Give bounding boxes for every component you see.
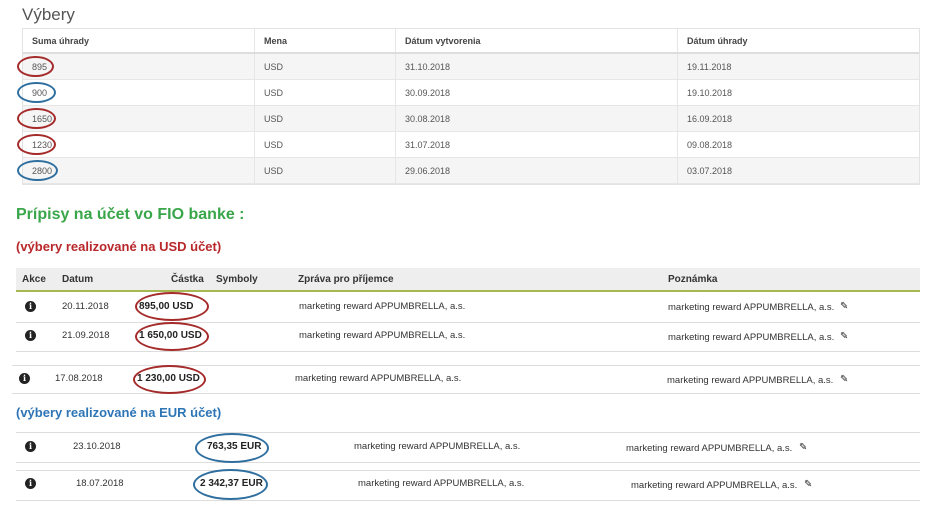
red-circle-annotation — [135, 322, 209, 351]
cell-datum-vytvorenia: 31.07.2018 — [396, 132, 678, 157]
info-icon[interactable]: i — [19, 373, 30, 384]
cell-suma: 900 — [23, 80, 255, 105]
info-icon[interactable]: i — [25, 330, 36, 341]
row-note: marketing reward APPUMBRELLA, a.s. — [667, 375, 834, 386]
red-circle-annotation — [17, 134, 56, 155]
row-note: marketing reward APPUMBRELLA, a.s. — [668, 302, 835, 313]
info-icon[interactable]: i — [25, 441, 36, 452]
table-row: 895 USD 31.10.2018 19.11.2018 — [23, 54, 919, 80]
row-note: marketing reward APPUMBRELLA, a.s. — [626, 443, 793, 454]
info-icon[interactable]: i — [25, 478, 36, 489]
row-message: marketing reward APPUMBRELLA, a.s. — [299, 330, 466, 341]
row-message: marketing reward APPUMBRELLA, a.s. — [354, 441, 521, 452]
header-mena[interactable]: Mena — [255, 29, 396, 52]
row-date: 18.07.2018 — [76, 478, 124, 489]
vybery-table: Suma úhrady Mena Dátum vytvorenia Dátum … — [22, 28, 920, 185]
divider — [16, 470, 920, 471]
header-symboly: Symboly — [216, 274, 258, 285]
table-row: 2800 USD 29.06.2018 03.07.2018 — [23, 158, 919, 184]
table-header: Suma úhrady Mena Dátum vytvorenia Dátum … — [23, 29, 919, 54]
usd-subtitle: (výbery realizované na USD účet) — [16, 239, 222, 254]
divider — [16, 500, 920, 501]
divider — [16, 432, 920, 433]
row-message: marketing reward APPUMBRELLA, a.s. — [299, 301, 466, 312]
cell-suma: 895 — [23, 54, 255, 79]
header-poznamka: Poznámka — [668, 274, 718, 285]
blue-circle-annotation — [17, 160, 58, 181]
header-datum[interactable]: Datum — [62, 274, 93, 285]
divider — [16, 462, 920, 463]
cell-datum-uhrady: 19.11.2018 — [687, 61, 732, 72]
row-date: 20.11.2018 — [62, 301, 109, 312]
cell-datum-vytvorenia: 30.08.2018 — [396, 106, 678, 131]
fio-table-header: Akce Datum Částka Symboly Zpráva pro pří… — [16, 268, 920, 292]
header-castka[interactable]: Částka — [171, 274, 204, 285]
row-date: 23.10.2018 — [73, 441, 121, 452]
fio-heading: Prípisy na účet vo FIO banke : — [16, 206, 245, 223]
row-message: marketing reward APPUMBRELLA, a.s. — [358, 478, 525, 489]
cell-mena: USD — [255, 80, 396, 105]
red-circle-annotation — [133, 365, 206, 394]
info-icon[interactable]: i — [25, 301, 36, 312]
blue-circle-annotation — [193, 469, 268, 500]
row-date: 17.08.2018 — [55, 373, 103, 384]
header-datum-uhrady[interactable]: Dátum úhrady — [678, 29, 919, 52]
divider — [12, 393, 920, 394]
divider — [12, 365, 920, 366]
pencil-icon[interactable]: ✎ — [840, 301, 848, 312]
eur-subtitle: (výbery realizované na EUR účet) — [16, 405, 222, 420]
pencil-icon[interactable]: ✎ — [840, 331, 848, 342]
header-suma[interactable]: Suma úhrady — [23, 29, 255, 52]
pencil-icon[interactable]: ✎ — [799, 442, 807, 453]
cell-datum-vytvorenia: 30.09.2018 — [396, 80, 678, 105]
red-circle-annotation — [17, 56, 54, 77]
cell-mena: USD — [255, 54, 396, 79]
pencil-icon[interactable]: ✎ — [840, 374, 848, 385]
header-zprava: Zpráva pro příjemce — [298, 274, 394, 285]
table-row: 1230 USD 31.07.2018 09.08.2018 — [23, 132, 919, 158]
row-note: marketing reward APPUMBRELLA, a.s. — [668, 332, 835, 343]
cell-mena: USD — [255, 158, 396, 183]
cell-mena: USD — [255, 132, 396, 157]
cell-suma: 1650 — [23, 106, 255, 131]
row-note: marketing reward APPUMBRELLA, a.s. — [631, 480, 798, 491]
header-akce: Akce — [22, 274, 46, 285]
blue-circle-annotation — [195, 433, 269, 463]
header-datum-vytvorenia[interactable]: Dátum vytvorenia — [396, 29, 678, 52]
cell-datum-uhrady: 03.07.2018 — [687, 165, 733, 176]
red-circle-annotation — [135, 292, 209, 321]
section-title-vybery: Výbery — [22, 5, 75, 24]
cell-suma: 1230 — [23, 132, 255, 157]
red-circle-annotation — [17, 108, 56, 129]
cell-datum-uhrady: 19.10.2018 — [687, 87, 733, 98]
table-row: 900 USD 30.09.2018 19.10.2018 — [23, 80, 919, 106]
row-date: 21.09.2018 — [62, 330, 110, 341]
cell-datum-vytvorenia: 29.06.2018 — [396, 158, 678, 183]
divider — [16, 351, 920, 352]
cell-mena: USD — [255, 106, 396, 131]
table-row: 1650 USD 30.08.2018 16.09.2018 — [23, 106, 919, 132]
blue-circle-annotation — [17, 82, 56, 103]
cell-datum-vytvorenia: 31.10.2018 — [396, 54, 678, 79]
row-message: marketing reward APPUMBRELLA, a.s. — [295, 373, 462, 384]
cell-datum-uhrady: 16.09.2018 — [687, 113, 733, 124]
pencil-icon[interactable]: ✎ — [804, 479, 812, 490]
cell-datum-uhrady: 09.08.2018 — [687, 139, 733, 150]
divider — [16, 322, 920, 323]
